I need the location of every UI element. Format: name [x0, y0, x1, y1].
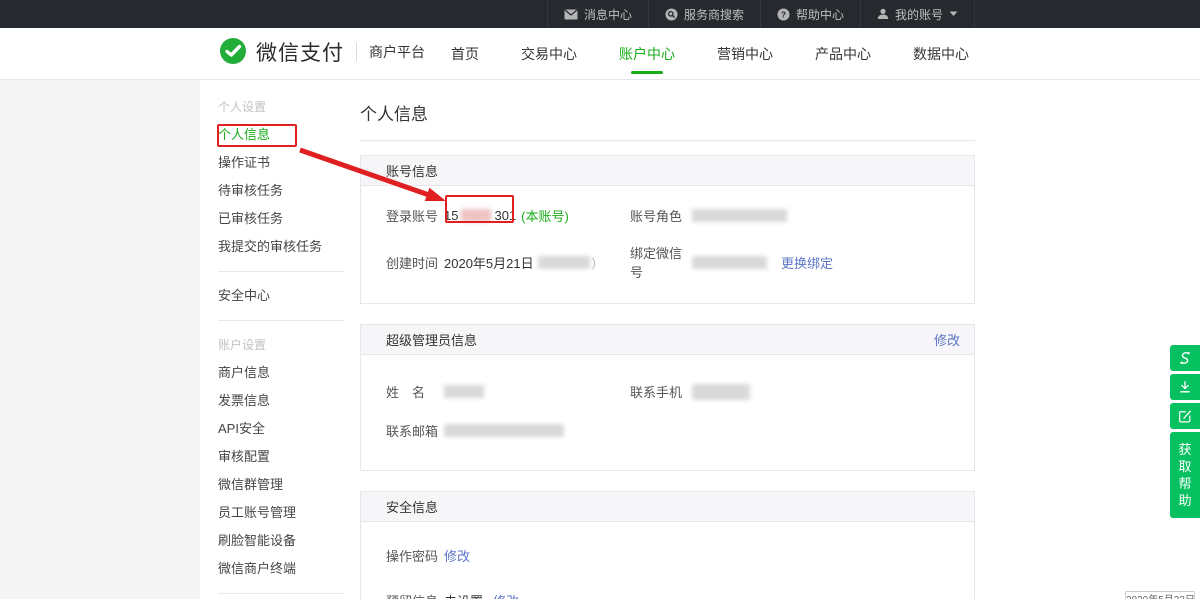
active-nav-underline — [631, 71, 663, 74]
security-info-panel-body: 操作密码 修改 预留信息 未设置 修改 预留信息是由你自己设置的一段文字，用来鉴… — [361, 522, 974, 599]
sidebar-item-api-security[interactable]: API安全 — [218, 415, 348, 443]
sidebar-group-title-account: 账户设置 — [218, 331, 348, 359]
search-icon — [665, 8, 678, 21]
wechat-pay-logo-icon — [218, 37, 248, 67]
sidebar-item-merchant-terminal[interactable]: 微信商户终端 — [218, 555, 348, 583]
contact-phone-label: 联系手机 — [630, 382, 692, 401]
redacted-value — [444, 385, 484, 398]
sidebar-item-merchant-info[interactable]: 商户信息 — [218, 359, 348, 387]
nav-home[interactable]: 首页 — [430, 28, 500, 80]
sidebar: 个人设置 个人信息 操作证书 待审核任务 已审核任务 我提交的审核任务 安全中心… — [200, 80, 348, 599]
change-binding-link[interactable]: 更换绑定 — [781, 253, 833, 272]
sidebar-group-title-personal: 个人设置 — [218, 93, 348, 121]
user-icon — [877, 8, 889, 20]
admin-modify-link[interactable]: 修改 — [934, 330, 960, 349]
sidebar-divider — [218, 320, 344, 321]
created-time-label: 创建时间 — [386, 253, 444, 272]
site-header: 微信支付 商户平台 首页 交易中心 账户中心 营销中心 产品中心 数据中心 — [0, 28, 1200, 80]
nav-product-center[interactable]: 产品中心 — [794, 28, 892, 80]
page-left-gutter — [0, 80, 200, 599]
redacted-value — [692, 384, 750, 400]
feedback-button[interactable] — [1170, 403, 1200, 429]
mail-icon — [564, 9, 578, 20]
sidebar-item-personal-info[interactable]: 个人信息 — [218, 121, 348, 149]
reserved-info-value: 未设置 — [444, 591, 483, 599]
topbar-item-label: 消息中心 — [584, 6, 632, 23]
link-icon — [1176, 349, 1194, 367]
redacted-value — [444, 424, 564, 437]
nav-data-center[interactable]: 数据中心 — [892, 28, 990, 80]
topbar-my-account[interactable]: 我的账号 — [860, 0, 975, 28]
super-admin-panel-body: 姓 名 联系手机 联系邮箱 — [361, 355, 974, 470]
admin-name-label: 姓 名 — [386, 382, 444, 401]
help-icon: ? — [777, 8, 790, 21]
topbar-help-center[interactable]: ? 帮助中心 — [760, 0, 860, 28]
brand[interactable]: 微信支付 商户平台 — [218, 37, 425, 67]
wechat-pay-merchant-page: 消息中心 服务商搜索 ? 帮助中心 我的账号 微信支付 商户平台 — [0, 0, 1200, 599]
reserved-info-modify-link[interactable]: 修改 — [493, 591, 519, 599]
brand-subtitle: 商户平台 — [369, 42, 425, 62]
security-info-panel-header: 安全信息 — [361, 492, 974, 522]
redacted-value — [692, 256, 767, 269]
download-icon — [1177, 379, 1193, 395]
login-account-label: 登录账号 — [386, 206, 444, 225]
operation-password-label: 操作密码 — [386, 546, 444, 565]
panel-title: 超级管理员信息 — [386, 330, 477, 349]
chevron-down-icon — [949, 11, 958, 17]
brand-divider — [356, 43, 357, 61]
panel-title: 安全信息 — [386, 497, 438, 516]
sidebar-item-pending-review[interactable]: 待审核任务 — [218, 177, 348, 205]
sidebar-item-invoice-info[interactable]: 发票信息 — [218, 387, 348, 415]
account-role-label: 账号角色 — [630, 206, 692, 225]
sidebar-item-staff-account-mgmt[interactable]: 员工账号管理 — [218, 499, 348, 527]
current-account-note: (本账号) — [521, 206, 569, 225]
download-button[interactable] — [1170, 374, 1200, 400]
bound-wechat-label: 绑定微信号 — [630, 243, 692, 281]
quick-link-button[interactable] — [1170, 345, 1200, 371]
created-time-value: 2020年5月21日 ) — [444, 253, 596, 272]
sidebar-item-reviewed[interactable]: 已审核任务 — [218, 205, 348, 233]
feedback-edit-icon — [1177, 408, 1193, 424]
super-admin-panel: 超级管理员信息 修改 姓 名 联系手机 联系邮箱 — [360, 324, 975, 471]
sidebar-item-security-center[interactable]: 安全中心 — [218, 282, 348, 310]
account-info-panel-body: 登录账号 15 301 (本账号) 账号角色 — [361, 186, 974, 303]
login-account-value: 15 301 — [444, 208, 516, 223]
sidebar-item-review-config[interactable]: 审核配置 — [218, 443, 348, 471]
main-content: 个人信息 账号信息 登录账号 15 301 (本账号) — [360, 80, 975, 599]
account-info-panel: 账号信息 登录账号 15 301 (本账号) 账号角色 — [360, 155, 975, 304]
floating-help-panel: 获 取 帮 助 — [1170, 345, 1200, 518]
super-admin-panel-header: 超级管理员信息 修改 — [361, 325, 974, 355]
reserved-info-label: 预留信息 — [386, 591, 444, 599]
sidebar-item-face-device[interactable]: 刷脸智能设备 — [218, 527, 348, 555]
topbar-message-center[interactable]: 消息中心 — [547, 0, 648, 28]
redacted-value — [692, 209, 787, 222]
date-tooltip: 2020年5月22日 — [1125, 591, 1195, 599]
get-help-button[interactable]: 获 取 帮 助 — [1170, 432, 1200, 518]
contact-email-label: 联系邮箱 — [386, 421, 444, 440]
sidebar-item-operation-cert[interactable]: 操作证书 — [218, 149, 348, 177]
svg-text:?: ? — [781, 9, 786, 19]
panel-title: 账号信息 — [386, 161, 438, 180]
page-title: 个人信息 — [360, 80, 975, 125]
sidebar-item-wechat-group-mgmt[interactable]: 微信群管理 — [218, 471, 348, 499]
redacted-value — [461, 209, 491, 222]
topbar-item-label: 服务商搜索 — [684, 6, 744, 23]
brand-name: 微信支付 — [256, 37, 344, 67]
topbar: 消息中心 服务商搜索 ? 帮助中心 我的账号 — [0, 0, 1200, 28]
security-info-panel: 安全信息 操作密码 修改 预留信息 未设置 修改 预留信息是由你自己设置的一段文… — [360, 491, 975, 599]
nav-marketing-center[interactable]: 营销中心 — [696, 28, 794, 80]
account-info-panel-header: 账号信息 — [361, 156, 974, 186]
nav-transaction-center[interactable]: 交易中心 — [500, 28, 598, 80]
topbar-item-label: 帮助中心 — [796, 6, 844, 23]
topbar-item-label: 我的账号 — [895, 6, 943, 23]
title-divider — [360, 140, 975, 141]
sidebar-divider — [218, 271, 344, 272]
topbar-sp-search[interactable]: 服务商搜索 — [648, 0, 760, 28]
redacted-value — [538, 256, 590, 269]
nav-account-center[interactable]: 账户中心 — [598, 28, 696, 80]
sidebar-divider — [218, 593, 344, 594]
password-modify-link[interactable]: 修改 — [444, 546, 470, 565]
sidebar-item-my-submitted-review[interactable]: 我提交的审核任务 — [218, 233, 348, 261]
main-nav: 首页 交易中心 账户中心 营销中心 产品中心 数据中心 — [430, 28, 990, 80]
